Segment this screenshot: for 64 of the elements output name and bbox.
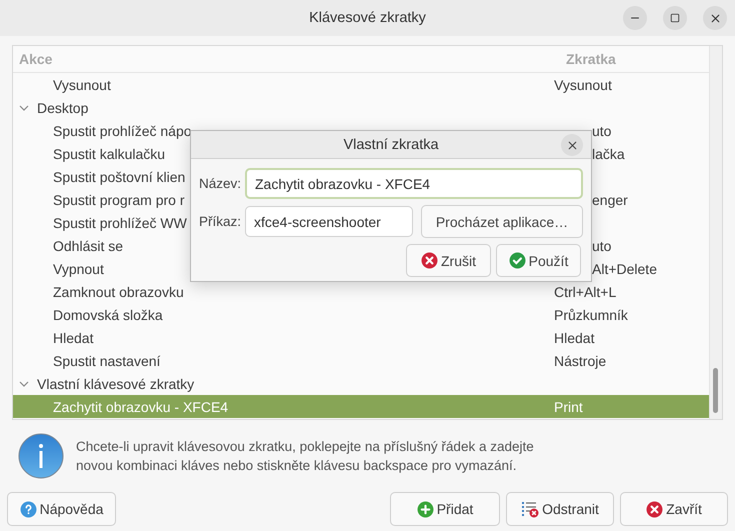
- cancel-button[interactable]: Zrušit: [406, 244, 491, 277]
- shortcut-cell: Hledat: [554, 330, 594, 346]
- scrollbar-thumb[interactable]: [713, 368, 718, 413]
- action-cell-text: Spustit nastavení: [52, 352, 162, 368]
- shortcut-cell: uto: [592, 238, 612, 254]
- list-remove-icon: [521, 500, 540, 518]
- scrollbar[interactable]: [709, 46, 722, 419]
- group-row[interactable]: Vlastní klávesové zkratky: [13, 372, 709, 395]
- help-icon: [20, 500, 37, 518]
- command-label: Příkaz:: [199, 214, 240, 229]
- action-cell-text: Spustit program pro r: [52, 192, 186, 208]
- shortcut-cell: enger: [592, 192, 628, 208]
- shortcut-cell: Alt+Delete: [592, 260, 657, 276]
- table-row[interactable]: Spustit nastavení Nástroje: [13, 349, 709, 372]
- close-icon: [566, 138, 578, 152]
- help-button[interactable]: Nápověda: [7, 492, 116, 526]
- action-cell-text: Odhlásit se: [52, 238, 124, 254]
- action-cell-text: Zachytit obrazovku - XFCE4: [52, 398, 230, 414]
- column-header: Zkratka: [565, 51, 616, 67]
- shortcut-cell: Ctrl+Alt+L: [554, 284, 616, 300]
- action-cell-text: Hledat: [52, 330, 94, 346]
- name-field[interactable]: Zachytit obrazovku - XFCE4: [245, 168, 583, 199]
- plus-icon: [416, 500, 434, 518]
- shortcut-cell: uto: [592, 122, 612, 138]
- check-icon: [508, 252, 526, 269]
- chevron-icon[interactable]: [19, 102, 29, 112]
- group-label: Desktop: [37, 100, 88, 116]
- action-cell-text: Spustit kalkulačku: [52, 146, 166, 162]
- table-row[interactable]: Hledat Hledat: [13, 326, 709, 349]
- table-row[interactable]: Zamknout obrazovku Ctrl+Alt+L: [13, 280, 709, 303]
- close-button[interactable]: Zavřít: [620, 492, 728, 526]
- name-label: Název:: [199, 176, 240, 191]
- apply-button[interactable]: Použít: [496, 244, 581, 277]
- dialog-title: Vlastní zkratka: [343, 136, 439, 152]
- table-row[interactable]: Vysunout Vysunout: [13, 73, 709, 96]
- chevron-icon[interactable]: [19, 378, 29, 388]
- info-icon: [18, 433, 64, 479]
- shortcut-cell: Nástroje: [554, 352, 606, 368]
- table-row[interactable]: Domovská složka Průzkumník: [13, 303, 709, 326]
- action-cell-text: Vysunout: [52, 76, 112, 92]
- close-icon: [421, 252, 438, 269]
- shortcut-cell: Print: [554, 398, 583, 414]
- browse-button[interactable]: Procházet aplikace…: [421, 205, 583, 238]
- command-field[interactable]: xfce4-screenshooter: [245, 206, 413, 237]
- close-icon: [708, 12, 722, 24]
- close-button[interactable]: [561, 134, 583, 156]
- window-title: Klávesové zkratky: [309, 10, 426, 26]
- action-cell-text: Domovská složka: [52, 306, 164, 322]
- info-text: Chcete-li upravit klávesovou zkratku, poklepejte na příslušný řádek a zadejte novou kombinaci kláves nebo stiskněte klávesu backspace pro vymazání.: [76, 438, 534, 475]
- action-cell-text: Vypnout: [52, 260, 105, 276]
- group-label: Vlastní klávesové zkratky: [37, 376, 194, 392]
- maximize-icon: [670, 13, 680, 23]
- close-button[interactable]: [703, 6, 727, 30]
- action-cell-text: Zamknout obrazovku: [52, 284, 185, 300]
- group-row[interactable]: Desktop: [13, 96, 709, 119]
- close-icon: [646, 500, 664, 518]
- column-header: Akce: [18, 51, 54, 67]
- action-cell-text: Spustit prohlížeč nápo: [52, 122, 189, 138]
- shortcut-cell: Průzkumník: [554, 306, 628, 322]
- shortcut-cell: Vysunout: [554, 76, 612, 92]
- shortcut-cell: lačka: [592, 146, 625, 162]
- add-button[interactable]: Přidat: [390, 492, 500, 526]
- remove-button[interactable]: Odstranit: [506, 492, 614, 526]
- maximize-button[interactable]: [663, 6, 687, 30]
